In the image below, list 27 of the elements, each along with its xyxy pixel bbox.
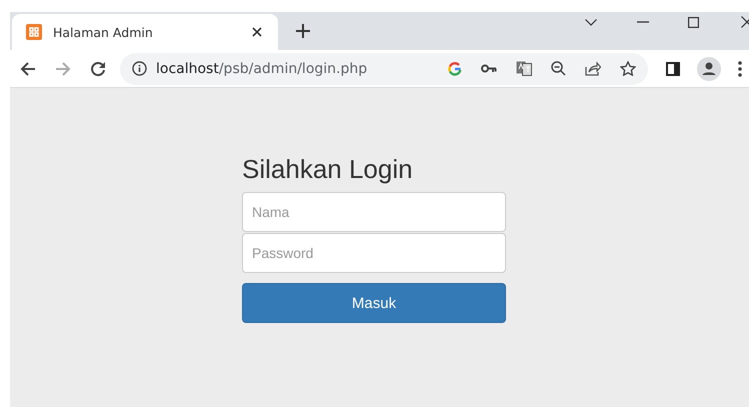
star-icon[interactable] (620, 61, 636, 76)
login-heading: Silahkan Login (242, 154, 414, 184)
new-tab-icon[interactable] (296, 24, 310, 38)
close-icon[interactable] (741, 16, 749, 28)
menu-icon[interactable] (738, 60, 742, 76)
input-field[interactable]: Password (242, 233, 506, 273)
minimize-icon[interactable] (637, 21, 649, 23)
key-icon[interactable] (481, 64, 497, 73)
info-icon[interactable] (132, 61, 147, 76)
address-bar[interactable]: localhost/psb/admin/login.php (120, 52, 648, 84)
close-tab-icon[interactable] (252, 27, 262, 37)
reload-icon[interactable] (90, 60, 106, 76)
favicon-icon (26, 24, 42, 40)
chevron-down-icon[interactable] (585, 18, 597, 26)
translate-icon[interactable] (516, 61, 532, 76)
maximize-icon[interactable] (688, 16, 699, 28)
side-panel-icon[interactable] (666, 62, 680, 76)
google-icon[interactable] (448, 62, 462, 76)
back-arrow-icon[interactable] (20, 60, 36, 76)
zoom-out-icon[interactable] (551, 61, 566, 76)
share-icon[interactable] (585, 61, 601, 76)
url-text: localhost/psb/admin/login.php (156, 60, 368, 76)
browser-tab[interactable]: Halaman Admin (12, 14, 278, 50)
tab-title: Halaman Admin (53, 24, 154, 40)
login-button[interactable]: Masuk (242, 283, 506, 323)
input-field[interactable]: Nama (242, 192, 506, 232)
profile-avatar-icon[interactable] (697, 56, 721, 80)
